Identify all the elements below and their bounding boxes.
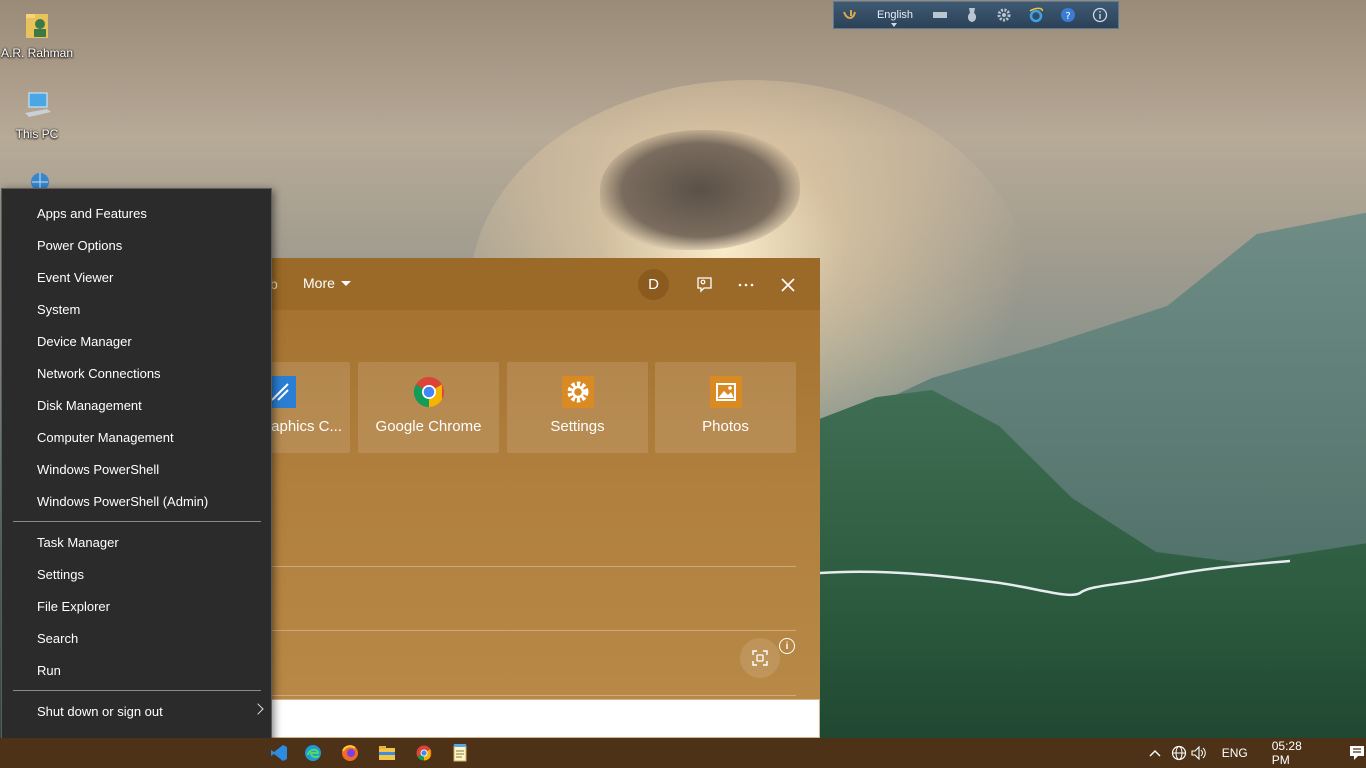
more-options-button[interactable] xyxy=(730,269,762,301)
internet-explorer-icon[interactable] xyxy=(1020,2,1052,28)
desktop-icon-user-folder[interactable]: A.R. Rahman xyxy=(0,10,74,60)
feedback-button[interactable] xyxy=(688,269,720,301)
ellipsis-icon xyxy=(738,283,754,287)
search-panel: b More D raphics C... Google Chrome Sett… xyxy=(209,258,820,738)
menu-item-apps-and-features[interactable]: Apps and Features xyxy=(2,197,271,229)
menu-item-shut-down-or-sign-out[interactable]: Shut down or sign out xyxy=(2,695,271,727)
power-user-menu: Apps and Features Power Options Event Vi… xyxy=(1,188,272,768)
close-icon xyxy=(781,278,795,292)
visual-search-button[interactable] xyxy=(740,638,780,678)
photos-icon xyxy=(709,376,742,408)
menu-item-windows-powershell-admin[interactable]: Windows PowerShell (Admin) xyxy=(2,485,271,517)
action-center-button[interactable] xyxy=(1347,745,1366,761)
tile-google-chrome[interactable]: Google Chrome xyxy=(358,362,499,453)
info-icon[interactable]: i xyxy=(779,638,795,654)
feedback-icon xyxy=(697,277,712,293)
menu-item-search[interactable]: Search xyxy=(2,622,271,654)
clock[interactable]: 05:28 PM xyxy=(1272,739,1320,767)
system-tray: ENG 05:28 PM xyxy=(1148,738,1366,768)
camera-scan-icon xyxy=(752,650,768,666)
vase-icon[interactable] xyxy=(956,2,988,28)
computer-icon xyxy=(25,92,51,117)
chevron-down-icon xyxy=(340,280,351,286)
keyboard-icon[interactable] xyxy=(924,2,956,28)
menu-item-label: Shut down or sign out xyxy=(37,703,163,719)
svg-text:?: ? xyxy=(1065,11,1070,22)
notepad-icon xyxy=(453,744,467,762)
desktop-icon-label: A.R. Rahman xyxy=(0,46,74,60)
menu-separator xyxy=(13,690,261,691)
section-divider xyxy=(270,566,796,567)
language-selector[interactable]: English xyxy=(866,2,924,28)
menu-item-settings[interactable]: Settings xyxy=(2,558,271,590)
taskbar-app-chrome[interactable] xyxy=(413,742,435,764)
search-input[interactable] xyxy=(270,699,820,738)
wallpaper-road xyxy=(820,559,1290,597)
tile-label: Photos xyxy=(702,418,749,435)
menu-item-device-manager[interactable]: Device Manager xyxy=(2,325,271,357)
menu-item-network-connections[interactable]: Network Connections xyxy=(2,357,271,389)
user-folder-icon xyxy=(26,14,48,38)
globe-icon xyxy=(1171,745,1187,761)
tile-label: Settings xyxy=(550,418,605,435)
close-button[interactable] xyxy=(772,269,804,301)
file-explorer-icon xyxy=(379,746,395,760)
taskbar-app-notepad[interactable] xyxy=(449,742,471,764)
avatar[interactable]: D xyxy=(638,269,669,300)
section-divider xyxy=(270,695,796,696)
menu-separator xyxy=(13,521,261,522)
vscode-icon xyxy=(271,745,287,761)
taskbar: ENG 05:28 PM xyxy=(0,738,1366,768)
volume-button[interactable] xyxy=(1189,746,1209,760)
section-divider xyxy=(270,630,796,631)
menu-item-task-manager[interactable]: Task Manager xyxy=(2,526,271,558)
menu-item-disk-management[interactable]: Disk Management xyxy=(2,389,271,421)
menu-item-computer-management[interactable]: Computer Management xyxy=(2,421,271,453)
speaker-icon xyxy=(1191,746,1207,760)
tile-photos[interactable]: Photos xyxy=(655,362,796,453)
menu-item-file-explorer[interactable]: File Explorer xyxy=(2,590,271,622)
firefox-icon xyxy=(342,745,358,761)
language-bar: English ? xyxy=(833,1,1119,29)
show-hidden-icons-button[interactable] xyxy=(1148,749,1163,757)
network-button[interactable] xyxy=(1169,745,1189,761)
notification-icon xyxy=(1349,746,1364,760)
taskbar-app-vscode[interactable] xyxy=(268,742,290,764)
menu-item-power-options[interactable]: Power Options xyxy=(2,229,271,261)
taskbar-app-edge[interactable] xyxy=(302,742,324,764)
tile-label: Google Chrome xyxy=(375,418,482,435)
chevron-up-icon xyxy=(1149,750,1161,757)
edge-icon xyxy=(305,745,321,761)
search-panel-header: b More D xyxy=(270,258,820,310)
chrome-icon xyxy=(416,745,432,761)
tile-settings[interactable]: Settings xyxy=(507,362,648,453)
menu-item-windows-powershell[interactable]: Windows PowerShell xyxy=(2,453,271,485)
input-language-indicator[interactable]: ENG xyxy=(1222,746,1248,760)
wallpaper-cloud xyxy=(600,130,800,250)
desktop-icon-this-pc[interactable]: This PC xyxy=(0,91,74,141)
more-dropdown[interactable]: More xyxy=(303,275,351,291)
gear-icon[interactable] xyxy=(988,2,1020,28)
taskbar-app-file-explorer[interactable] xyxy=(376,742,398,764)
gear-icon xyxy=(561,376,594,408)
menu-item-event-viewer[interactable]: Event Viewer xyxy=(2,261,271,293)
menu-item-run[interactable]: Run xyxy=(2,654,271,686)
info-icon[interactable] xyxy=(1084,2,1116,28)
help-icon[interactable]: ? xyxy=(1052,2,1084,28)
chrome-icon xyxy=(413,377,444,407)
chevron-right-icon xyxy=(252,703,264,715)
more-label: More xyxy=(303,275,335,291)
input-method-icon[interactable] xyxy=(834,2,866,28)
desktop-icon-label: This PC xyxy=(15,127,59,141)
taskbar-app-firefox[interactable] xyxy=(339,742,361,764)
menu-item-system[interactable]: System xyxy=(2,293,271,325)
